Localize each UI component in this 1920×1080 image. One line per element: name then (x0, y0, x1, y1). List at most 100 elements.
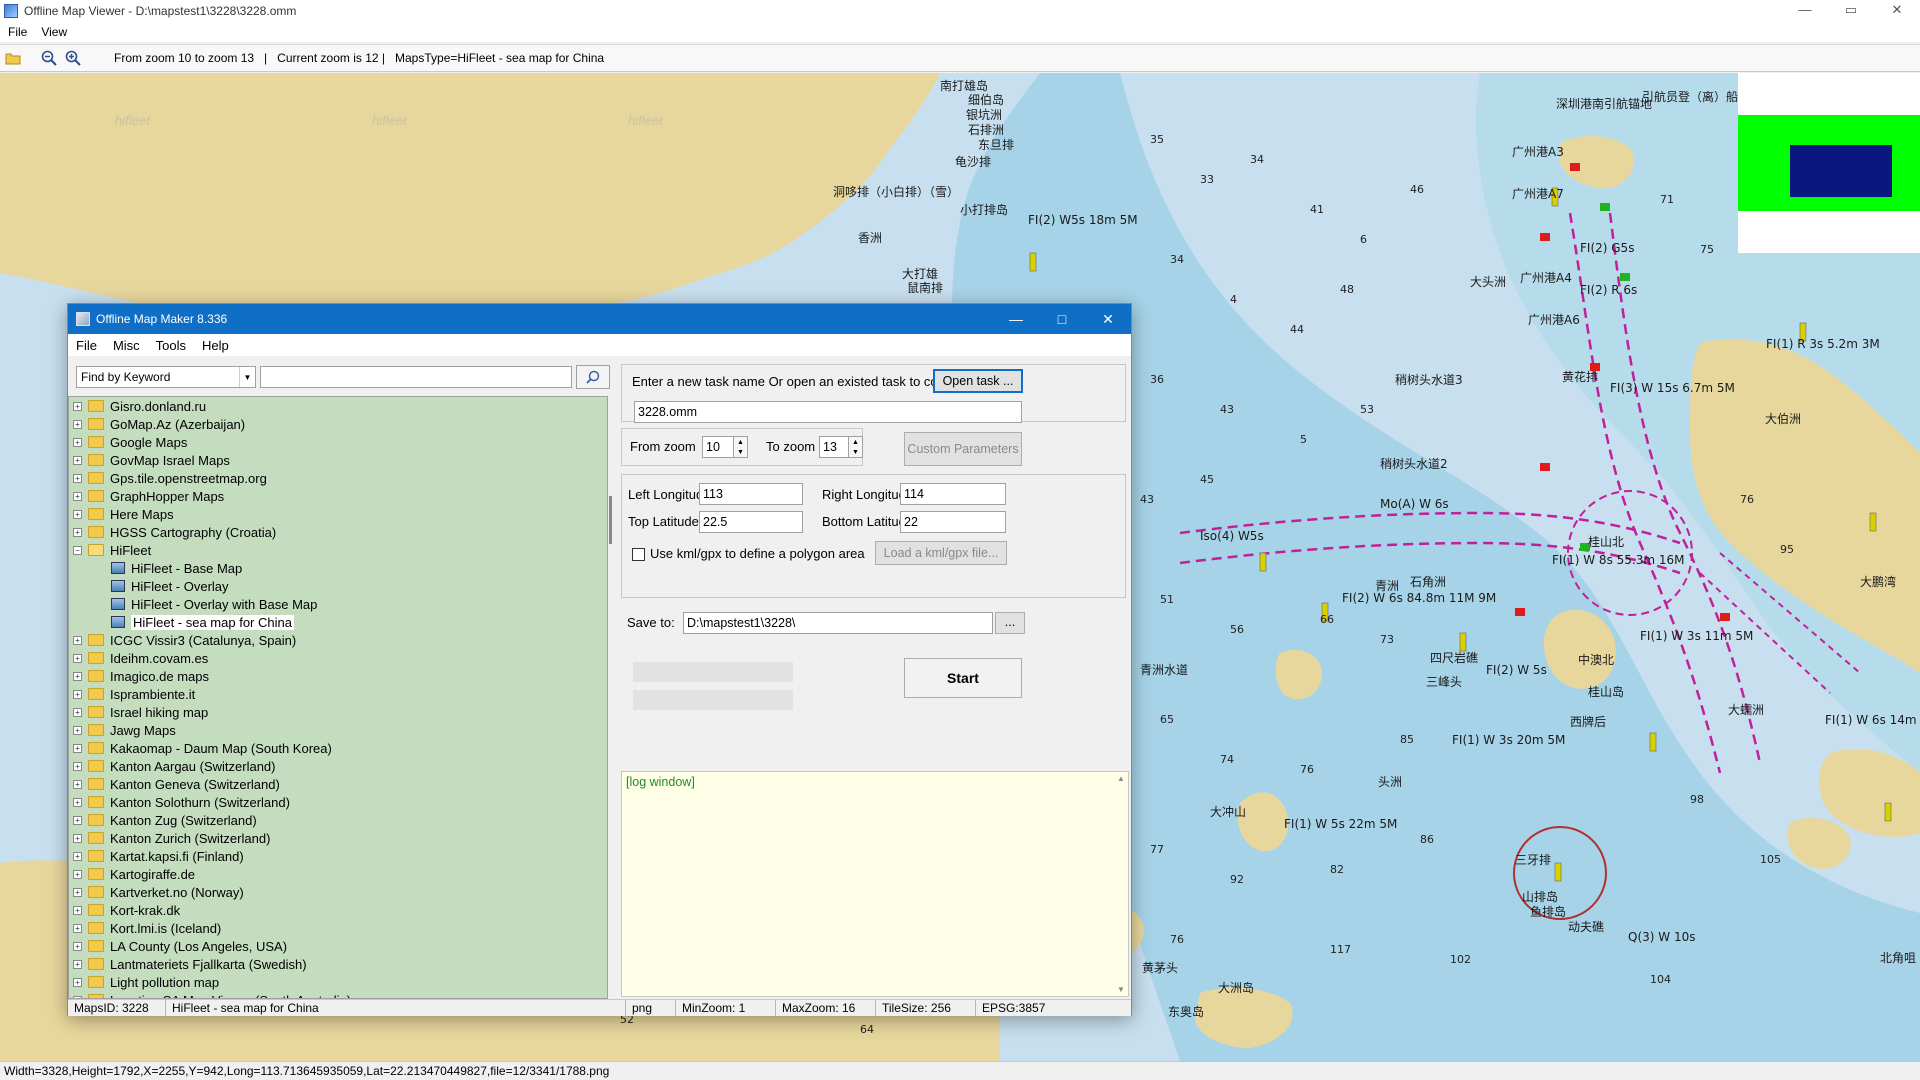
tree-folder-item[interactable]: + LA County (Los Angeles, USA) (69, 937, 607, 955)
task-name-input[interactable]: 3228.omm (634, 401, 1022, 423)
tree-folder-item[interactable]: + Kartat.kapsi.fi (Finland) (69, 847, 607, 865)
tree-map-item[interactable]: HiFleet - Overlay (69, 577, 607, 595)
tree-folder-item[interactable]: + Kort.lmi.is (Iceland) (69, 919, 607, 937)
tree-folder-item[interactable]: + Kort-krak.dk (69, 901, 607, 919)
tree-folder-item[interactable]: + ICGC Vissir3 (Catalunya, Spain) (69, 631, 607, 649)
tree-folder-item[interactable]: + Imagico.de maps (69, 667, 607, 685)
chevron-down-icon[interactable]: ▼ (239, 367, 255, 387)
log-scrollbar[interactable]: ▲ ▼ (1114, 772, 1128, 996)
expand-icon[interactable]: + (73, 653, 82, 663)
tree-folder-item[interactable]: + Lantmateriets Fjallkarta (Swedish) (69, 955, 607, 973)
tree-folder-item[interactable]: + Jawg Maps (69, 721, 607, 739)
left-longitude-input[interactable]: 113 (699, 483, 803, 505)
dialog-menu-misc[interactable]: Misc (113, 338, 140, 353)
expand-icon[interactable]: + (73, 671, 82, 681)
tree-folder-item[interactable]: + Light pollution map (69, 973, 607, 991)
expand-icon[interactable]: + (73, 941, 82, 951)
tree-folder-item[interactable]: + GovMap Israel Maps (69, 451, 607, 469)
spin-arrows-icon[interactable]: ▲ ▼ (849, 436, 863, 458)
tree-folder-item[interactable]: + Kanton Geneva (Switzerland) (69, 775, 607, 793)
expand-icon[interactable]: + (73, 401, 82, 411)
scroll-down-icon[interactable]: ▼ (1117, 985, 1125, 994)
expand-icon[interactable]: + (73, 473, 82, 483)
load-kml-button[interactable]: Load a kml/gpx file... (875, 541, 1007, 565)
dialog-minimize-button[interactable]: — (993, 304, 1039, 334)
expand-icon[interactable]: + (73, 779, 82, 789)
map-source-tree[interactable]: + Gisro.donland.ru + GoMap.Az (Azerbaijan) +… (68, 396, 608, 999)
tree-folder-item[interactable]: − HiFleet (69, 541, 607, 559)
expand-icon[interactable]: + (73, 905, 82, 915)
tree-folder-item[interactable]: + Kanton Zurich (Switzerland) (69, 829, 607, 847)
tree-folder-item[interactable]: + Kanton Solothurn (Switzerland) (69, 793, 607, 811)
expand-icon[interactable]: + (73, 923, 82, 933)
find-keyword-input[interactable] (260, 366, 572, 388)
expand-icon[interactable]: + (73, 419, 82, 429)
tree-folder-item[interactable]: + Ideihm.covam.es (69, 649, 607, 667)
maximize-button[interactable]: ▭ (1828, 0, 1874, 22)
tree-folder-item[interactable]: + Israel hiking map (69, 703, 607, 721)
zoom-in-icon[interactable] (62, 47, 84, 69)
expand-icon[interactable]: + (73, 797, 82, 807)
tree-folder-item[interactable]: + Kanton Zug (Switzerland) (69, 811, 607, 829)
dialog-menu-file[interactable]: File (76, 338, 97, 353)
tree-folder-item[interactable]: + Kartverket.no (Norway) (69, 883, 607, 901)
collapse-icon[interactable]: − (73, 545, 82, 555)
dialog-menu-tools[interactable]: Tools (156, 338, 186, 353)
dialog-maximize-button[interactable]: □ (1039, 304, 1085, 334)
spin-arrows-icon[interactable]: ▲ ▼ (734, 436, 748, 458)
from-zoom-value[interactable]: 10 (702, 436, 734, 458)
expand-icon[interactable]: + (73, 437, 82, 447)
tree-map-item[interactable]: HiFleet - Base Map (69, 559, 607, 577)
scroll-up-icon[interactable]: ▲ (1117, 774, 1125, 783)
overview-minimap[interactable] (1738, 73, 1920, 253)
kml-checkbox[interactable] (632, 548, 645, 561)
close-button[interactable]: ✕ (1874, 0, 1920, 22)
menu-file[interactable]: File (8, 25, 27, 39)
expand-icon[interactable]: + (73, 491, 82, 501)
dialog-menu-help[interactable]: Help (202, 338, 229, 353)
tree-scrollbar-thumb[interactable] (609, 496, 612, 544)
tree-folder-item[interactable]: + Google Maps (69, 433, 607, 451)
tree-folder-item[interactable]: + Kanton Aargau (Switzerland) (69, 757, 607, 775)
expand-icon[interactable]: + (73, 851, 82, 861)
to-zoom-stepper[interactable]: 13 ▲ ▼ (819, 436, 863, 458)
tree-map-item[interactable]: HiFleet - sea map for China (69, 613, 607, 631)
start-button[interactable]: Start (904, 658, 1022, 698)
expand-icon[interactable]: + (73, 887, 82, 897)
expand-icon[interactable]: + (73, 635, 82, 645)
save-path-input[interactable]: D:\mapstest1\3228\ (683, 612, 993, 634)
find-mode-select[interactable]: Find by Keyword ▼ (76, 366, 256, 388)
search-button[interactable] (576, 365, 610, 389)
tree-map-item[interactable]: HiFleet - Overlay with Base Map (69, 595, 607, 613)
custom-parameters-button[interactable]: Custom Parameters (904, 432, 1022, 466)
tree-folder-item[interactable]: + Kakaomap - Daum Map (South Korea) (69, 739, 607, 757)
open-task-button[interactable]: Open task ... (933, 369, 1023, 393)
to-zoom-value[interactable]: 13 (819, 436, 849, 458)
tree-folder-item[interactable]: + HGSS Cartography (Croatia) (69, 523, 607, 541)
tree-folder-item[interactable]: + Gps.tile.openstreetmap.org (69, 469, 607, 487)
zoom-out-icon[interactable] (38, 47, 60, 69)
tree-folder-item[interactable]: + GraphHopper Maps (69, 487, 607, 505)
log-window[interactable]: [log window] ▲ ▼ (621, 771, 1129, 997)
tree-folder-item[interactable]: +Location SA Map Viewer (South Australia… (69, 991, 607, 998)
top-latitude-input[interactable]: 22.5 (699, 511, 803, 533)
bottom-latitude-input[interactable]: 22 (900, 511, 1006, 533)
open-folder-icon[interactable] (2, 47, 24, 69)
from-zoom-stepper[interactable]: 10 ▲ ▼ (702, 436, 748, 458)
expand-icon[interactable]: + (73, 527, 82, 537)
right-longitude-input[interactable]: 114 (900, 483, 1006, 505)
expand-icon[interactable]: + (73, 509, 82, 519)
dialog-close-button[interactable]: ✕ (1085, 304, 1131, 334)
dialog-title-bar[interactable]: Offline Map Maker 8.336 — □ ✕ (68, 304, 1131, 334)
tree-folder-item[interactable]: + Kartogiraffe.de (69, 865, 607, 883)
tree-folder-item[interactable]: + GoMap.Az (Azerbaijan) (69, 415, 607, 433)
expand-icon[interactable]: + (73, 833, 82, 843)
tree-folder-item[interactable]: + Here Maps (69, 505, 607, 523)
expand-icon[interactable]: + (73, 761, 82, 771)
expand-icon[interactable]: + (73, 707, 82, 717)
tree-scrollbar[interactable] (609, 396, 612, 999)
minimize-button[interactable]: — (1782, 0, 1828, 22)
menu-view[interactable]: View (41, 25, 67, 39)
expand-icon[interactable]: + (73, 689, 82, 699)
expand-icon[interactable]: + (73, 455, 82, 465)
